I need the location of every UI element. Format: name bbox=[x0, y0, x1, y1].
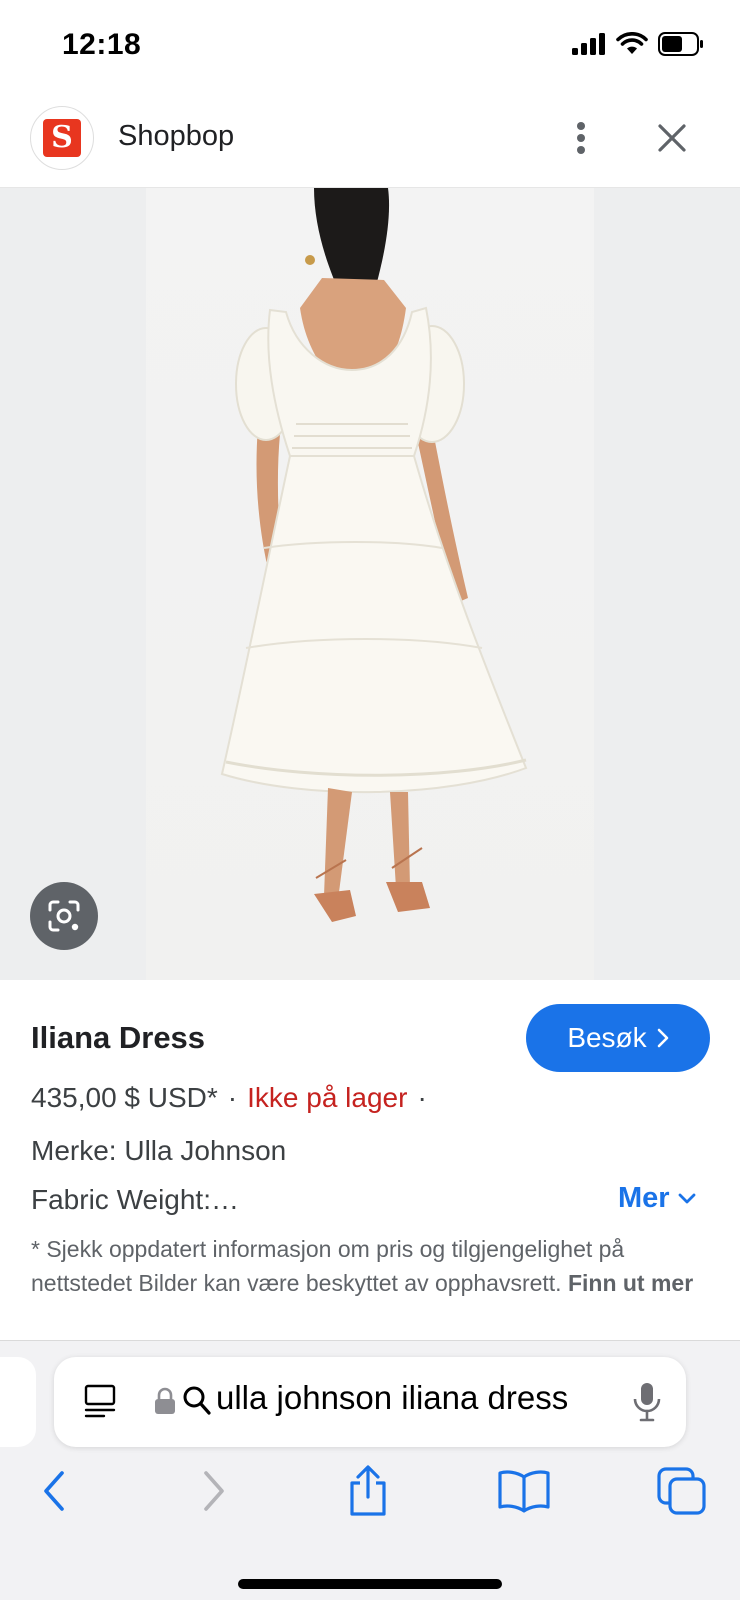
visit-button-label: Besøk bbox=[567, 1022, 647, 1053]
visit-button[interactable]: Besøk bbox=[526, 1004, 710, 1072]
browser-toolbar bbox=[0, 1461, 740, 1531]
signal-icon bbox=[572, 33, 605, 55]
status-bar: 12:18 bbox=[0, 0, 740, 96]
price: 435,00 $ USD* bbox=[31, 1082, 218, 1113]
price-row: 435,00 $ USD* · Ikke på lager · bbox=[31, 1082, 437, 1114]
address-text[interactable]: ulla johnson iliana dress bbox=[216, 1379, 568, 1417]
chevron-down-icon bbox=[678, 1193, 695, 1203]
fabric-row: Fabric Weight:… bbox=[31, 1184, 239, 1215]
learn-more-link[interactable]: Finn ut mer bbox=[568, 1270, 693, 1296]
lens-search-button[interactable] bbox=[30, 882, 98, 950]
close-button[interactable] bbox=[648, 114, 696, 162]
product-photo[interactable] bbox=[146, 188, 594, 980]
site-logo-letter: S bbox=[43, 119, 81, 157]
status-time: 12:18 bbox=[62, 28, 142, 61]
chevron-right-icon bbox=[657, 1028, 668, 1048]
search-icon bbox=[183, 1386, 211, 1415]
result-header: S Shopbop bbox=[0, 96, 740, 188]
share-button[interactable] bbox=[338, 1461, 398, 1521]
lens-icon bbox=[48, 900, 80, 932]
lock-icon bbox=[155, 1387, 175, 1414]
site-name[interactable]: Shopbop bbox=[118, 120, 234, 153]
mic-icon[interactable] bbox=[632, 1381, 662, 1423]
forward-icon bbox=[204, 1471, 224, 1511]
stock-status: Ikke på lager bbox=[247, 1082, 408, 1113]
more-vert-icon bbox=[577, 122, 585, 154]
address-bar[interactable]: ulla johnson iliana dress bbox=[54, 1357, 686, 1447]
separator-dot: · bbox=[227, 1082, 238, 1113]
share-icon bbox=[350, 1465, 386, 1516]
reader-icon[interactable] bbox=[82, 1383, 118, 1419]
dress-model-illustration bbox=[220, 188, 528, 922]
forward-button[interactable] bbox=[184, 1461, 244, 1521]
home-indicator bbox=[238, 1579, 502, 1589]
status-icons bbox=[572, 32, 704, 56]
more-options-button[interactable] bbox=[560, 112, 602, 164]
wifi-icon bbox=[616, 32, 648, 54]
bookmarks-icon bbox=[498, 1470, 550, 1513]
disclaimer-text: * Sjekk oppdatert informasjon om pris og… bbox=[31, 1236, 625, 1296]
browser-bottom-bar: ulla johnson iliana dress bbox=[0, 1340, 740, 1600]
more-link-label: Mer bbox=[618, 1182, 670, 1214]
back-icon bbox=[44, 1471, 64, 1511]
bookmarks-button[interactable] bbox=[494, 1461, 554, 1521]
brand-row: Merke: Ulla Johnson bbox=[31, 1135, 287, 1166]
product-image-area[interactable] bbox=[0, 188, 740, 980]
previous-tab-card[interactable] bbox=[0, 1357, 36, 1447]
site-logo[interactable]: S bbox=[30, 106, 94, 170]
more-link[interactable]: Mer bbox=[618, 1182, 696, 1215]
battery-icon bbox=[658, 32, 703, 56]
disclaimer: * Sjekk oppdatert informasjon om pris og… bbox=[31, 1232, 715, 1300]
product-info: Iliana Dress Besøk 435,00 $ USD* · Ikke på… bbox=[0, 980, 740, 1340]
product-title: Iliana Dress bbox=[31, 1020, 206, 1055]
close-icon bbox=[658, 124, 686, 152]
separator-dot: · bbox=[417, 1082, 427, 1113]
back-button[interactable] bbox=[24, 1461, 84, 1521]
tabs-icon bbox=[657, 1467, 706, 1515]
tabs-button[interactable] bbox=[652, 1461, 712, 1521]
